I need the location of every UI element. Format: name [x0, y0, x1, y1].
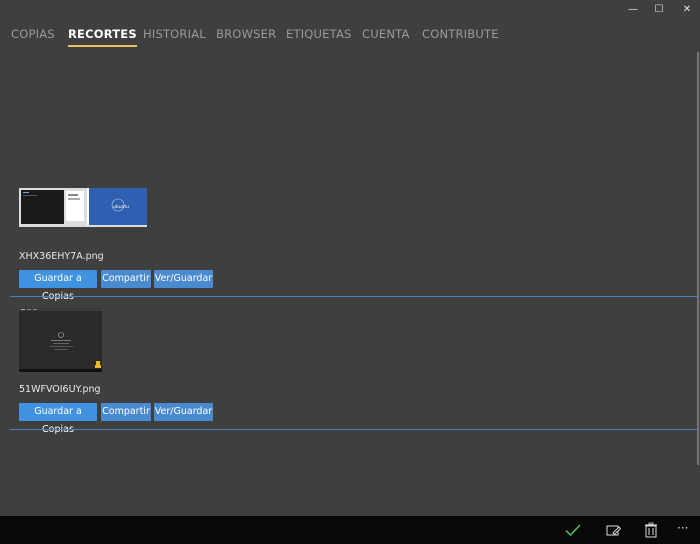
accept-button[interactable]: [564, 521, 582, 539]
more-button[interactable]: ···: [677, 519, 695, 537]
clip-filename: 51WFVOI6UY.png: [19, 384, 101, 395]
clip-thumbnail[interactable]: [19, 308, 102, 372]
more-icon: ···: [677, 521, 689, 535]
delete-button[interactable]: [642, 521, 660, 539]
trash-icon: [645, 522, 657, 538]
save-to-copies-button[interactable]: Guardar a Copias: [19, 403, 97, 435]
edit-select-icon: [606, 525, 622, 536]
thumbnail-image: [19, 308, 102, 372]
clip-divider: [10, 429, 698, 430]
check-icon: [565, 524, 581, 537]
share-button[interactable]: Compartir: [101, 403, 151, 421]
app-window: — ☐ ✕ COPIAS RECORTES HISTORIAL BROWSER …: [0, 0, 700, 544]
select-button[interactable]: [604, 521, 622, 539]
command-bar: ···: [0, 516, 700, 544]
clip-item: 51WFVOI6UY.png Guardar a Copias Comparti…: [10, 0, 698, 435]
view-save-button[interactable]: Ver/Guardar: [154, 403, 213, 421]
